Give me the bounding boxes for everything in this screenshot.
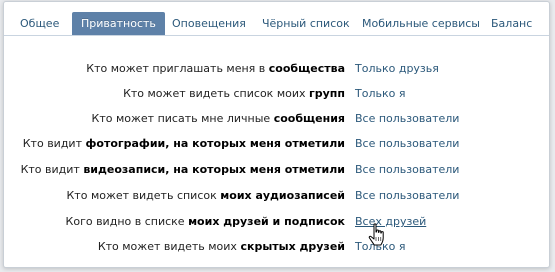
setting-value-link[interactable]: Все пользователи <box>355 162 459 178</box>
tab-notifications[interactable]: Оповещения <box>172 13 246 35</box>
hand-pointer-icon <box>368 223 384 246</box>
tab-balance[interactable]: Баланс <box>491 13 532 35</box>
settings-tabs: Общее Приватность Оповещения Чёрный спис… <box>4 2 549 36</box>
tab-blacklist[interactable]: Чёрный список <box>262 13 350 35</box>
setting-value-link[interactable]: Только я <box>355 86 405 102</box>
setting-label: Кто видит видеозаписи, на которых меня о… <box>20 163 345 176</box>
privacy-settings-panel: Общее Приватность Оповещения Чёрный спис… <box>3 1 550 268</box>
setting-value-link[interactable]: Только друзья <box>355 61 439 77</box>
setting-row-tagged-videos: Кто видит видеозаписи, на которых меня о… <box>4 162 549 178</box>
setting-value-link[interactable]: Все пользователи <box>355 188 459 204</box>
tab-privacy[interactable]: Приватность <box>72 12 165 35</box>
setting-row-groups: Кто может видеть список моих групп Тольк… <box>4 86 549 102</box>
setting-label: Кто может видеть список моих групп <box>123 87 345 100</box>
tab-general[interactable]: Общее <box>20 13 59 35</box>
setting-label: Кого видно в списке моих друзей и подпис… <box>65 215 345 228</box>
setting-label: Кто может видеть список моих аудиозаписе… <box>66 189 346 202</box>
setting-row-messages: Кто может писать мне личные сообщения Вс… <box>4 111 549 127</box>
setting-label: Кто может писать мне личные сообщения <box>91 112 345 125</box>
setting-row-tagged-photos: Кто видит фотографии, на которых меня от… <box>4 136 549 152</box>
setting-label: Кто видит фотографии, на которых меня от… <box>22 137 345 150</box>
setting-value-link[interactable]: Всех друзей <box>355 214 426 230</box>
setting-row-communities: Кто может приглашать меня в сообщества Т… <box>4 61 549 77</box>
setting-value-link[interactable]: Все пользователи <box>355 111 459 127</box>
setting-row-hidden-friends: Кто может видеть моих скрытых друзей Тол… <box>4 239 549 255</box>
setting-label: Кто может приглашать меня в сообщества <box>86 62 345 75</box>
setting-label: Кто может видеть моих скрытых друзей <box>97 240 345 253</box>
setting-row-friends-list: Кого видно в списке моих друзей и подпис… <box>4 214 549 230</box>
setting-value-link[interactable]: Все пользователи <box>355 136 459 152</box>
tab-mobile-services[interactable]: Мобильные сервисы <box>362 13 480 35</box>
setting-row-audio: Кто может видеть список моих аудиозаписе… <box>4 188 549 204</box>
